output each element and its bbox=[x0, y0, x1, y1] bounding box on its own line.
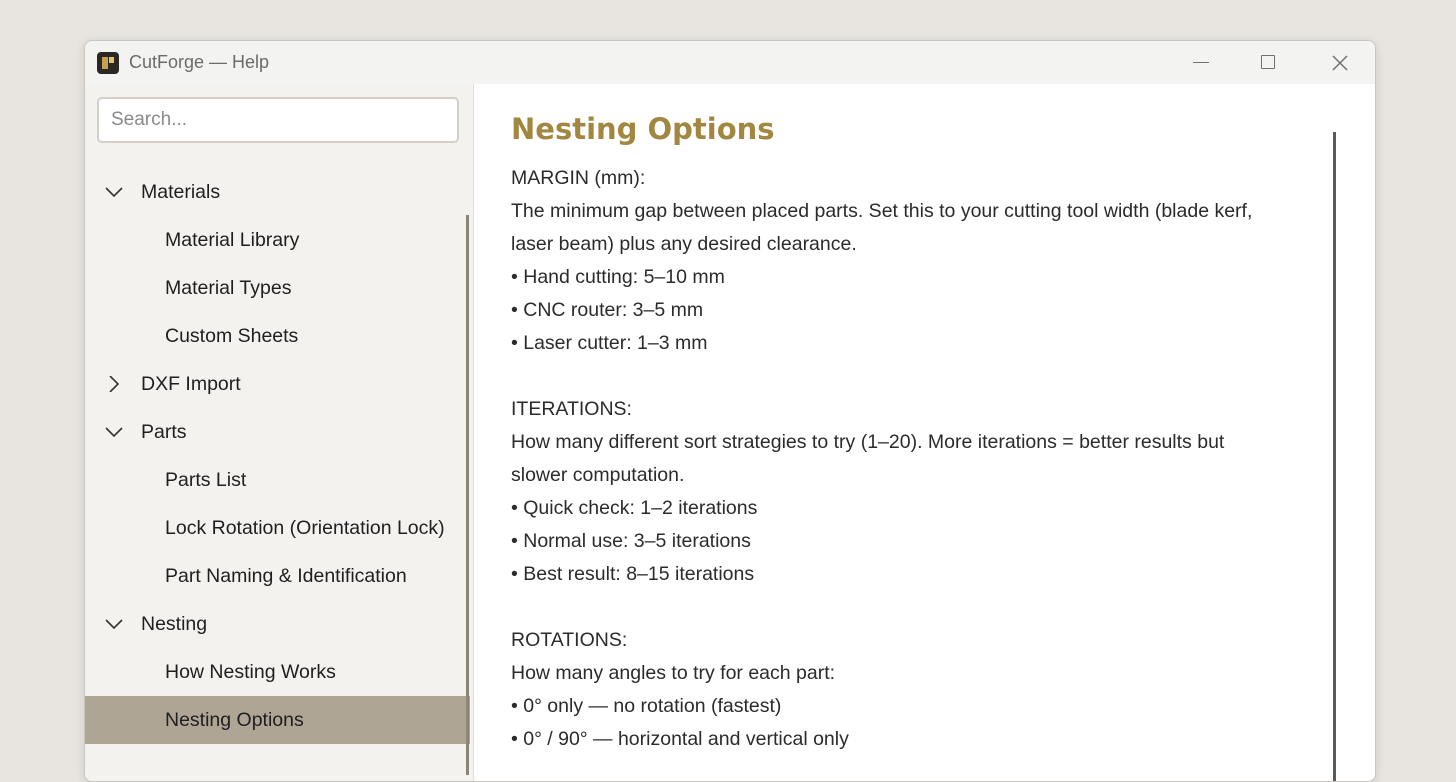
tree-item-label: How Nesting Works bbox=[165, 661, 336, 683]
window-title: CutForge — Help bbox=[129, 52, 270, 72]
tree-item-label: Part Naming & Identification bbox=[165, 565, 407, 587]
tree-item-label: Material Library bbox=[165, 229, 300, 251]
maximize-button[interactable] bbox=[1235, 41, 1303, 84]
tree-item-label: Parts List bbox=[165, 469, 247, 491]
help-text-line bbox=[511, 360, 1331, 393]
tree-item-label: Custom Sheets bbox=[165, 325, 299, 347]
tree-item[interactable]: Nesting Options bbox=[85, 696, 470, 744]
tree-item-label: Nesting bbox=[141, 613, 208, 635]
tree-section[interactable]: DXF Import bbox=[85, 360, 470, 408]
chevron-down-icon[interactable] bbox=[105, 616, 123, 632]
help-text-line: laser beam) plus any desired clearance. bbox=[511, 233, 857, 255]
tree-section[interactable]: Nesting bbox=[85, 600, 470, 648]
tree-item-label: Nesting Options bbox=[165, 709, 304, 731]
help-text-line: slower computation. bbox=[511, 464, 685, 486]
help-text-line: • Laser cutter: 1–3 mm bbox=[511, 332, 708, 354]
tree-section[interactable]: Materials bbox=[85, 168, 470, 216]
maximize-icon bbox=[1261, 55, 1275, 69]
chevron-down-icon[interactable] bbox=[105, 424, 123, 440]
minimize-icon bbox=[1193, 62, 1209, 63]
help-body-text: MARGIN (mm): The minimum gap between plac… bbox=[511, 162, 1331, 756]
tree-item[interactable]: Lock Rotation (Orientation Lock) bbox=[85, 504, 470, 552]
sidebar-scrollbar[interactable] bbox=[466, 215, 469, 775]
tree-item-label: Material Types bbox=[165, 277, 292, 299]
tree-item[interactable]: Material Library bbox=[85, 216, 470, 264]
help-text-line: MARGIN (mm): bbox=[511, 167, 646, 189]
help-text-line: ITERATIONS: bbox=[511, 398, 632, 420]
page-title: Nesting Options bbox=[511, 112, 775, 146]
chevron-right-icon[interactable] bbox=[105, 376, 123, 392]
help-text-line: ROTATIONS: bbox=[511, 629, 628, 651]
close-icon bbox=[1332, 55, 1348, 71]
tree-item-label: Lock Rotation (Orientation Lock) bbox=[165, 517, 445, 539]
tree-item[interactable]: Material Types bbox=[85, 264, 470, 312]
tree-item-label: Parts bbox=[141, 421, 187, 443]
help-text-line: • Quick check: 1–2 iterations bbox=[511, 497, 758, 519]
help-text-line: How many different sort strategies to tr… bbox=[511, 431, 1225, 453]
help-text-line: • Hand cutting: 5–10 mm bbox=[511, 266, 725, 288]
help-text-line bbox=[511, 591, 1331, 624]
tree-item-label: DXF Import bbox=[141, 373, 241, 395]
help-content: Nesting Options MARGIN (mm): The minimum … bbox=[474, 84, 1375, 781]
help-text-line: How many angles to try for each part: bbox=[511, 662, 836, 684]
tree-item-label: Materials bbox=[141, 181, 221, 203]
topic-tree: Materials Material Library Material Types C… bbox=[85, 168, 470, 744]
help-window: CutForge — Help Materials Material Librar… bbox=[84, 40, 1376, 782]
help-text-line: • Best result: 8–15 iterations bbox=[511, 563, 755, 585]
tree-item[interactable]: How Nesting Works bbox=[85, 648, 470, 696]
tree-section[interactable]: Parts bbox=[85, 408, 470, 456]
content-scrollbar[interactable] bbox=[1333, 132, 1336, 781]
search-input[interactable] bbox=[97, 97, 459, 143]
help-text-line: • Normal use: 3–5 iterations bbox=[511, 530, 751, 552]
help-text-line: • 0° only — no rotation (fastest) bbox=[511, 695, 782, 717]
help-sidebar: Materials Material Library Material Types C… bbox=[85, 84, 474, 781]
tree-item[interactable]: Custom Sheets bbox=[85, 312, 470, 360]
title-bar[interactable]: CutForge — Help bbox=[85, 41, 1375, 84]
app-logo-icon bbox=[97, 52, 119, 74]
help-text-line: • 0° / 90° — horizontal and vertical onl… bbox=[511, 728, 849, 750]
help-text-line: The minimum gap between placed parts. Se… bbox=[511, 200, 1253, 222]
close-button[interactable] bbox=[1305, 41, 1373, 84]
help-text-line: • CNC router: 3–5 mm bbox=[511, 299, 704, 321]
chevron-down-icon[interactable] bbox=[105, 184, 123, 200]
minimize-button[interactable] bbox=[1167, 41, 1235, 84]
tree-item[interactable]: Parts List bbox=[85, 456, 470, 504]
tree-item[interactable]: Part Naming & Identification bbox=[85, 552, 470, 600]
